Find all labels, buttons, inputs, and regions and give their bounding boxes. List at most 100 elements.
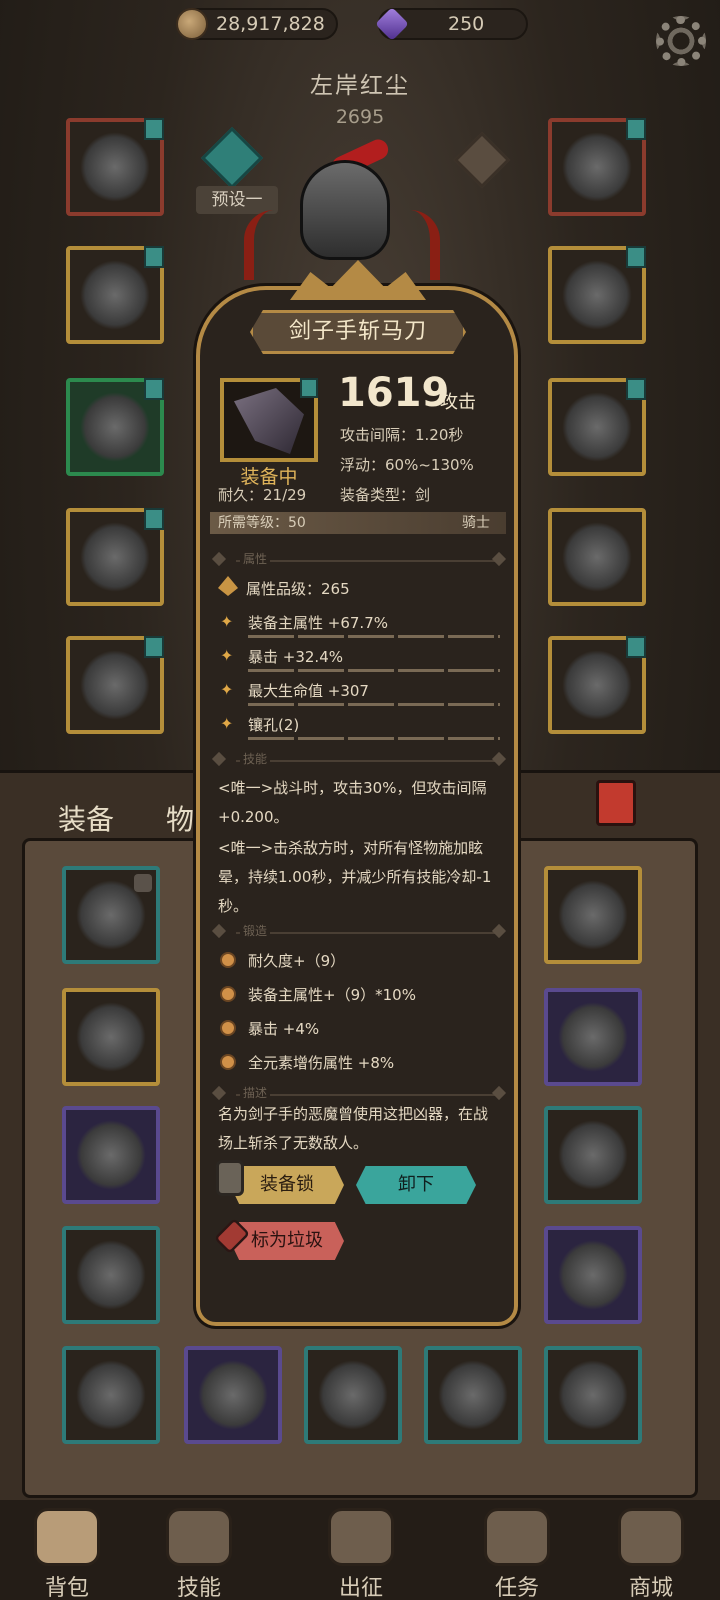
nav-expedition[interactable]: 出征 [306,1508,416,1600]
skill-book-icon [166,1508,232,1566]
attribute-bar [248,635,500,638]
nav-tasks-label: 任务 [494,1576,539,1600]
backpack-icon [34,1508,100,1566]
slot-bracer[interactable] [548,246,646,344]
nav-bag[interactable]: 背包 [12,1508,122,1600]
ring-icon [562,392,632,462]
attribute-text: 装备主属性 +67.7% [248,614,388,632]
panel-crown-ornament [290,260,426,300]
required-class: 骑士 [462,515,490,531]
section-divider [236,760,496,762]
requirement-bar: 所需等级：50 骑士 [210,512,506,534]
section-forge-label: 锻造 [240,922,271,939]
upgrade-tag-icon [144,636,164,658]
cleaver-icon [234,388,304,454]
helmet-icon [80,132,150,202]
shield-icon [76,1360,146,1430]
equipment-type: 装备类型：剑 [340,486,431,504]
section-divider [236,932,496,934]
weapon-icon [562,522,632,592]
forge-text: 全元素增伤属性 +8% [248,1054,395,1072]
item-detail-panel: 剑子手斩马刀 装备中 1619 攻击 攻击间隔：1.20秒 浮动：60%~130… [190,260,526,1340]
settings-gear-icon[interactable] [656,16,706,66]
nav-shop[interactable]: 商城 [596,1508,706,1600]
inventory-slot[interactable] [62,866,160,964]
nav-bag-label: 背包 [44,1576,89,1600]
upgrade-tag-icon [626,246,646,268]
inventory-slot[interactable] [544,1226,642,1324]
cleaver-icon [76,1120,146,1190]
bottom-nav: 背包 技能 出征 任务 商城 [0,1500,720,1600]
gem-icon [375,7,409,41]
mark-junk-button[interactable]: 标为垃圾 [230,1222,344,1260]
character-name: 左岸红尘 [310,73,410,99]
nav-shop-label: 商城 [628,1576,673,1600]
item-description: 名为剑子手的恶魔曾使用这把凶器，在战场上斩杀了无数敌人。 [218,1105,489,1152]
inventory-slot[interactable] [544,866,642,964]
attribute-row: ✦ 装备主属性 +67.7% [220,610,500,640]
forge-text: 暴击 +4% [248,1020,320,1038]
tab-equipment[interactable]: 装备 [58,798,114,838]
attribute-text: 镶孔(2) [248,716,300,734]
slot-ring[interactable] [548,378,646,476]
axe-icon [558,1360,628,1430]
inventory-slot[interactable] [544,988,642,1086]
coin-icon [176,8,208,40]
shop-icon [618,1508,684,1566]
inventory-slot[interactable] [62,1226,160,1324]
section-diamond-icon [211,751,227,767]
forge-dot-icon [220,986,236,1002]
slot-helmet[interactable] [66,118,164,216]
forge-row: 暴击 +4% [220,1016,500,1046]
slot-weapon[interactable] [548,508,646,606]
forge-dot-icon [220,1020,236,1036]
attribute-bar [248,737,500,740]
cape-icon [562,650,632,720]
inventory-slot[interactable] [62,988,160,1086]
slot-boots[interactable] [66,636,164,734]
attribute-text: 最大生命值 +307 [248,682,369,700]
inventory-slot[interactable] [184,1346,282,1444]
slot-armor[interactable] [66,246,164,344]
hero-avatar [300,160,390,260]
section-diamond-icon [491,751,507,767]
trash-icon[interactable] [596,780,636,826]
slot-pants[interactable] [66,508,164,606]
inventory-slot[interactable] [304,1346,402,1444]
nav-skills[interactable]: 技能 [144,1508,254,1600]
skill-text: <唯一>击杀敌方时，对所有怪物施加眩晕，持续1.00秒，并减少所有技能冷却-1秒… [218,839,492,915]
inventory-slot[interactable] [62,1106,160,1204]
preset-label[interactable]: 预设一 [196,186,278,214]
section-skills-label: 技能 [240,750,271,767]
forge-dot-icon [220,952,236,968]
map-icon [328,1508,394,1566]
attack-label: 攻击 [440,392,476,413]
armor-icon [80,260,150,330]
gloves-icon [80,392,150,462]
damage-float: 浮动：60%~130% [340,456,474,474]
inventory-slot[interactable] [544,1106,642,1204]
inventory-slot[interactable] [62,1346,160,1444]
star-icon: ✦ [220,714,234,733]
section-attributes-label: 属性 [240,550,271,567]
attribute-quality: 属性品级：265 [246,580,350,598]
slot-amulet[interactable] [548,118,646,216]
forge-row: 装备主属性+（9）*10% [220,982,500,1012]
section-diamond-icon [211,1085,227,1101]
slot-cape[interactable] [548,636,646,734]
nav-tasks[interactable]: 任务 [462,1508,572,1600]
upgrade-tag-icon [144,118,164,140]
attribute-row: ✦ 最大生命值 +307 [220,678,500,708]
equipment-lock-button[interactable]: 装备锁 [230,1166,344,1204]
slot-gloves[interactable] [66,378,164,476]
attribute-row: ✦ 镶孔(2) [220,712,500,742]
item-thumbnail [220,378,318,462]
upgrade-tag-icon [626,378,646,400]
attack-interval: 攻击间隔：1.20秒 [340,426,464,444]
inventory-slot[interactable] [544,1346,642,1444]
required-level: 所需等级：50 [218,515,306,531]
sword-icon [558,1002,628,1072]
unequip-button[interactable]: 卸下 [356,1166,476,1204]
inventory-slot[interactable] [424,1346,522,1444]
scroll-icon [484,1508,550,1566]
